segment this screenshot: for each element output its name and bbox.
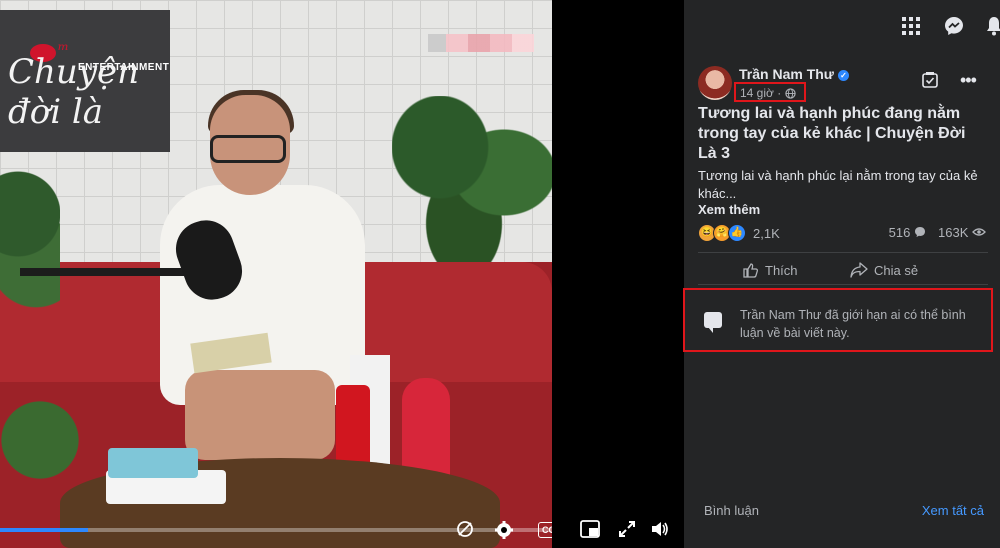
author-name[interactable]: Trần Nam Thư ✓ [739, 66, 849, 82]
show-sign-script: Chuyện đời là [8, 52, 140, 132]
comment-bubble-icon [915, 227, 925, 237]
reactions-summary[interactable]: 😆 🤗 👍 2,1K [698, 224, 780, 242]
post-stats: 516 163K [889, 225, 986, 240]
post-description: Tương lai và hạnh phúc lại nằm trong tay… [698, 168, 978, 201]
tissue-box-top [108, 448, 198, 478]
video-letterbox [552, 0, 684, 548]
author-name-text[interactable]: Trần Nam Thư [739, 66, 834, 82]
author-avatar[interactable] [698, 66, 732, 100]
time-highlight-box [734, 82, 806, 102]
see-more-link[interactable]: Xem thêm [698, 202, 760, 217]
more-options-icon[interactable]: ••• [960, 70, 977, 91]
eye-icon [972, 228, 986, 236]
verified-badge-icon: ✓ [837, 70, 849, 81]
actions-divider [698, 284, 988, 285]
captions-off-icon[interactable] [456, 520, 474, 538]
comments-label: Bình luận [704, 503, 759, 518]
menu-grid-icon[interactable] [902, 17, 920, 35]
blurred-watermark [428, 34, 534, 52]
share-label: Chia sẻ [874, 262, 919, 278]
share-arrow-icon [850, 262, 868, 278]
reaction-count: 2,1K [753, 225, 780, 241]
view-count: 163K [938, 225, 969, 240]
settings-icon[interactable] [494, 520, 514, 540]
stats-divider [698, 252, 988, 253]
volume-icon[interactable] [650, 520, 670, 538]
post-title: Tương lai và hạnh phúc đang nằm trong ta… [698, 105, 966, 162]
host-legs [185, 370, 335, 460]
plant-right [392, 96, 552, 266]
comment-bubble-icon [704, 312, 722, 333]
like-button[interactable]: Thích [742, 262, 798, 279]
like-reaction-icon: 👍 [728, 224, 746, 242]
view-stat: 163K [938, 225, 986, 240]
like-label: Thích [765, 263, 798, 278]
plant-left [0, 150, 60, 310]
comment-restriction-notice: Trần Nam Thư đã giới hạn ai có thể bình … [740, 308, 966, 340]
cc-icon[interactable]: CC [538, 522, 552, 538]
comment-stat[interactable]: 516 [889, 225, 926, 240]
comment-count: 516 [888, 225, 911, 240]
share-button[interactable]: Chia sẻ [850, 262, 918, 278]
top-navigation-bar [684, 0, 1000, 53]
see-all-comments-link[interactable]: Xem tất cả [922, 503, 984, 518]
messenger-icon[interactable] [944, 16, 964, 36]
video-player[interactable]: ᵐ ENTERTAINMENT Chuyện đời là CC [0, 0, 552, 548]
thumbs-up-icon [743, 263, 759, 278]
notifications-bell-icon[interactable] [986, 16, 1000, 36]
video-progress-fill [0, 528, 89, 532]
mic-arm [20, 268, 200, 276]
show-sign: ᵐ ENTERTAINMENT Chuyện đời là [0, 10, 170, 152]
fullscreen-icon[interactable] [618, 520, 636, 538]
save-post-icon[interactable] [922, 72, 938, 88]
host-glasses [210, 135, 286, 163]
pip-icon[interactable] [580, 520, 600, 538]
